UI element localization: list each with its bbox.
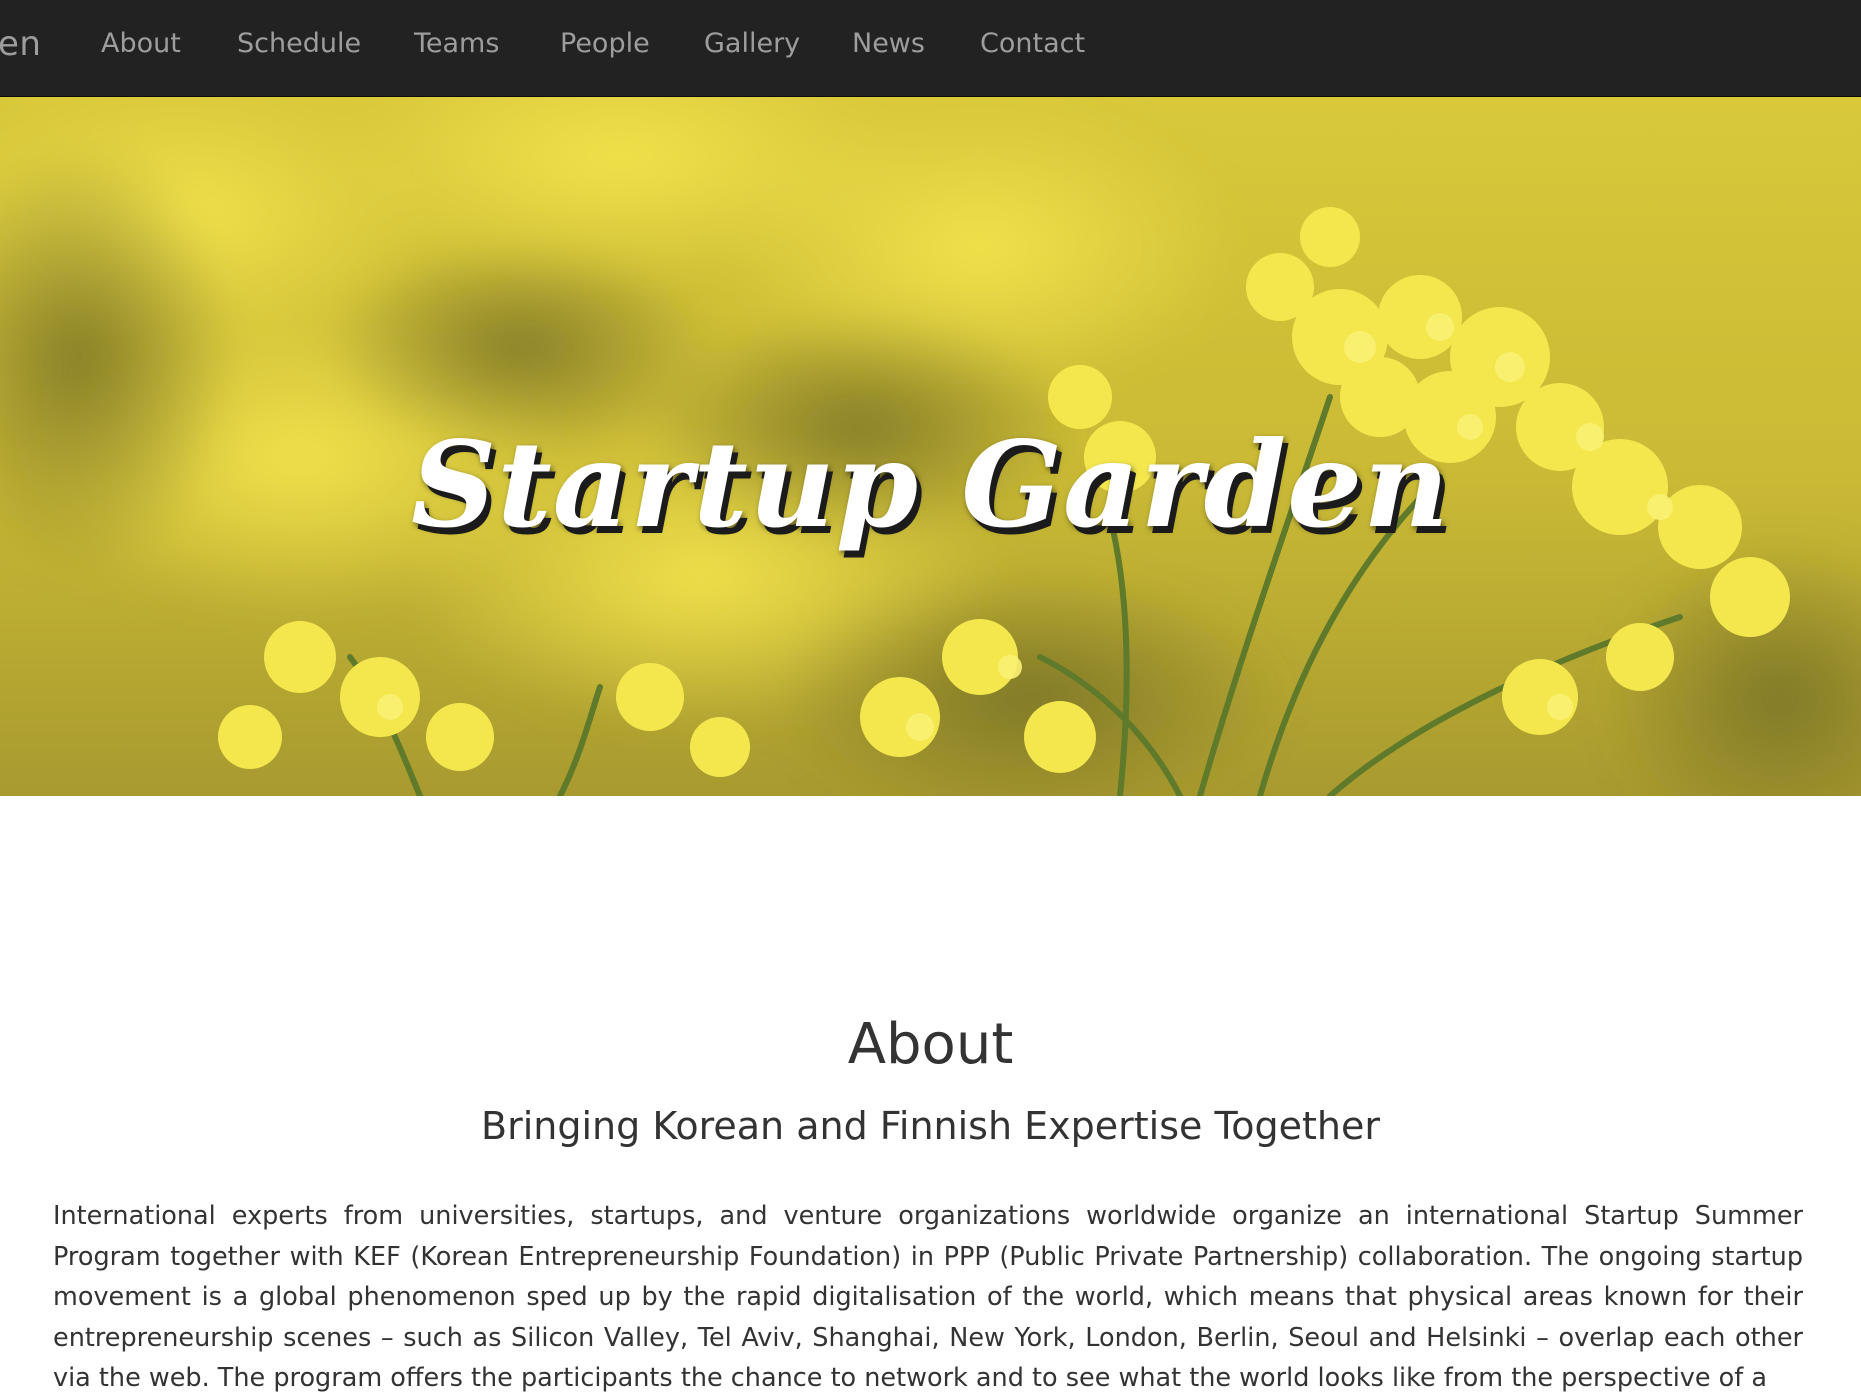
nav-link-about[interactable]: About (101, 28, 181, 59)
hero-banner: Startup Garden (0, 97, 1861, 796)
nav-link-people[interactable]: People (560, 28, 650, 59)
about-heading: About (847, 1012, 1014, 1077)
about-subheading: Bringing Korean and Finnish Expertise To… (481, 1104, 1380, 1148)
nav-link-schedule[interactable]: Schedule (237, 28, 361, 59)
hero-title: Startup Garden (410, 415, 1450, 554)
nav-link-gallery[interactable]: Gallery (704, 28, 800, 59)
nav-link-news[interactable]: News (852, 28, 925, 59)
brand-link[interactable]: en (0, 24, 41, 64)
nav-link-contact[interactable]: Contact (980, 28, 1085, 59)
nav-link-teams[interactable]: Teams (414, 28, 499, 59)
top-navbar: en About Schedule Teams People Gallery N… (0, 0, 1861, 97)
about-body-text: International experts from universities,… (53, 1201, 1803, 1393)
